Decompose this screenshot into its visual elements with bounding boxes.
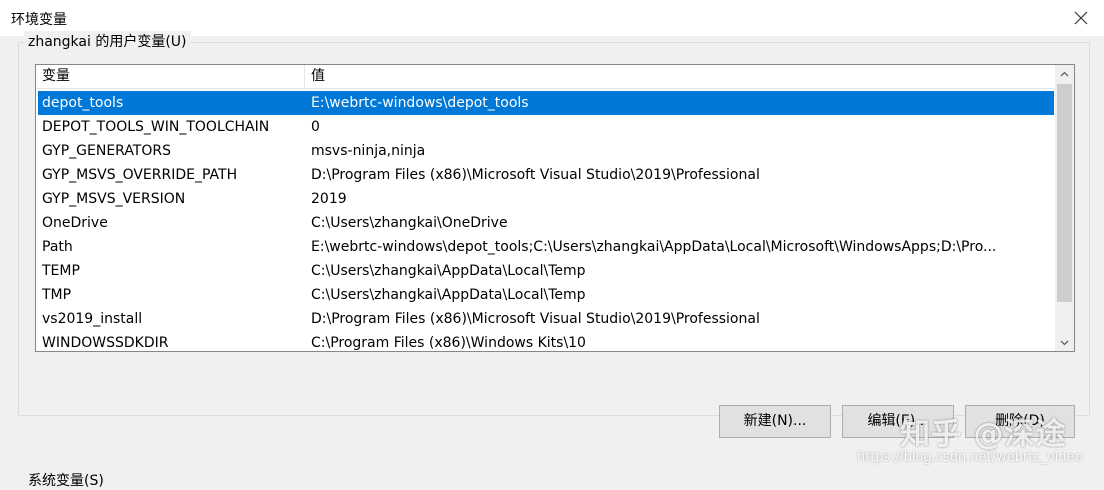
variable-name: depot_tools [42,95,124,111]
list-header: 变量 值 [36,65,1056,89]
variable-name: vs2019_install [42,311,143,327]
table-row[interactable]: WINDOWSSDKDIR C:\Program Files (x86)\Win… [38,331,1054,351]
variable-name: DEPOT_TOOLS_WIN_TOOLCHAIN [42,119,270,135]
table-row[interactable]: TMP C:\Users\zhangkai\AppData\Local\Temp [38,283,1054,307]
variable-value: D:\Program Files (x86)\Microsoft Visual … [311,167,760,183]
variable-name: GYP_MSVS_OVERRIDE_PATH [42,167,238,183]
variable-value: D:\Program Files (x86)\Microsoft Visual … [311,311,760,327]
user-variables-list[interactable]: 变量 值 depot_tools E:\webrtc-windows\depot… [35,64,1075,352]
table-row[interactable]: GYP_GENERATORS msvs-ninja,ninja [38,139,1054,163]
table-row[interactable]: vs2019_install D:\Program Files (x86)\Mi… [38,307,1054,331]
table-row[interactable]: Path E:\webrtc-windows\depot_tools;C:\Us… [38,235,1054,259]
variable-value: C:\Program Files (x86)\Windows Kits\10 [311,335,586,351]
chevron-up-icon [1060,71,1069,76]
user-variables-label: zhangkai 的用户变量(U) [24,31,191,51]
table-row[interactable]: OneDrive C:\Users\zhangkai\OneDrive [38,211,1054,235]
variable-value: C:\Users\zhangkai\AppData\Local\Temp [311,287,586,303]
close-icon [1074,11,1088,25]
variable-value: E:\webrtc-windows\depot_tools;C:\Users\z… [311,239,997,255]
window-title: 环境变量 [11,12,67,28]
column-header-value[interactable]: 值 [305,65,1056,88]
list-rows: depot_tools E:\webrtc-windows\depot_tool… [38,91,1054,351]
table-row[interactable]: GYP_MSVS_VERSION 2019 [38,187,1054,211]
table-row[interactable]: GYP_MSVS_OVERRIDE_PATH D:\Program Files … [38,163,1054,187]
variable-name: TMP [42,287,72,303]
scroll-up-button[interactable] [1055,65,1074,82]
variable-value: 0 [311,119,320,135]
variable-name: GYP_MSVS_VERSION [42,191,186,207]
variable-name: GYP_GENERATORS [42,143,171,159]
variable-name: OneDrive [42,215,108,231]
watermark-text: 知乎 @深途 [900,417,1067,452]
vertical-scrollbar[interactable] [1055,65,1074,351]
watermark-url: https://blog.csdn.net/webrtc_video [857,450,1083,465]
system-variables-label: 系统变量(S) [28,473,104,489]
variable-value: E:\webrtc-windows\depot_tools [311,95,529,111]
variable-value: msvs-ninja,ninja [311,143,426,159]
new-button[interactable]: 新建(N)... [719,405,831,438]
table-row[interactable]: DEPOT_TOOLS_WIN_TOOLCHAIN 0 [38,115,1054,139]
scrollbar-thumb[interactable] [1057,84,1072,302]
close-button[interactable] [1058,0,1104,36]
variable-name: WINDOWSSDKDIR [42,335,169,351]
variable-value: C:\Users\zhangkai\OneDrive [311,215,508,231]
table-row[interactable]: depot_tools E:\webrtc-windows\depot_tool… [38,91,1054,115]
variable-name: TEMP [42,263,80,279]
variable-value: C:\Users\zhangkai\AppData\Local\Temp [311,263,586,279]
variable-value: 2019 [311,191,347,207]
column-header-variable[interactable]: 变量 [36,65,305,88]
table-row[interactable]: TEMP C:\Users\zhangkai\AppData\Local\Tem… [38,259,1054,283]
variable-name: Path [42,239,73,255]
chevron-down-icon [1060,340,1069,345]
scroll-down-button[interactable] [1055,334,1074,351]
